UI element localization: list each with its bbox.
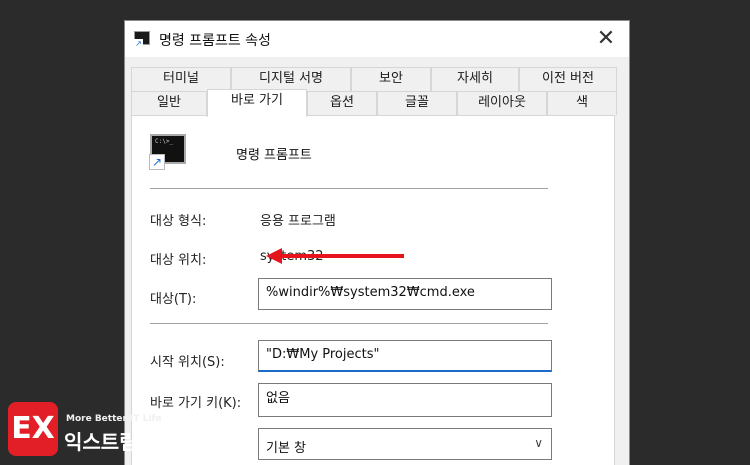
hotkey-label: 바로 가기 키(K): xyxy=(150,396,242,411)
site-name: 익스트림 매뉴얼 xyxy=(64,430,200,454)
cmd-icon: C:\>_ ↗ xyxy=(149,134,186,170)
start-in-label: 시작 위치(S): xyxy=(150,355,225,370)
target-type-value: 응용 프로그램 xyxy=(260,214,336,229)
target-label: 대상(T): xyxy=(150,292,197,307)
window-title: 명령 프롬프트 속성 xyxy=(159,33,271,49)
tab-font[interactable]: 글꼴 xyxy=(377,91,457,115)
annotation-arrow-icon xyxy=(266,248,404,264)
tab-details[interactable]: 자세히 xyxy=(431,67,519,91)
shortcut-arrow-icon: ↗ xyxy=(134,39,143,48)
properties-dialog: ↗ 명령 프롬프트 속성 ✕ 터미널 디지털 서명 보안 자세히 이전 버전 일… xyxy=(124,20,630,465)
divider xyxy=(150,323,548,324)
run-select[interactable]: 기본 창 ∨ xyxy=(258,428,552,460)
cmd-icon: ↗ xyxy=(134,31,150,48)
target-location-label: 대상 위치: xyxy=(150,253,207,268)
target-input[interactable]: %windir%₩system32₩cmd.exe xyxy=(258,278,552,310)
site-tagline: More Better IT Life xyxy=(66,414,162,424)
tab-colors[interactable]: 색 xyxy=(547,91,617,115)
start-in-input[interactable]: "D:₩My Projects" xyxy=(258,340,552,372)
hotkey-input[interactable]: 없음 xyxy=(258,383,552,417)
title-bar[interactable]: ↗ 명령 프롬프트 속성 ✕ xyxy=(125,21,629,57)
shortcut-panel: C:\>_ ↗ 명령 프롬프트 대상 형식: 응용 프로그램 대상 위치: sy… xyxy=(131,115,615,465)
app-name: 명령 프롬프트 xyxy=(236,148,312,163)
chevron-down-icon: ∨ xyxy=(534,436,543,450)
tab-security[interactable]: 보안 xyxy=(351,67,431,91)
shortcut-arrow-icon: ↗ xyxy=(149,154,165,170)
close-button[interactable]: ✕ xyxy=(583,21,629,57)
tab-row-top: 터미널 디지털 서명 보안 자세히 이전 버전 xyxy=(131,67,617,91)
tab-options[interactable]: 옵션 xyxy=(307,91,377,115)
tab-general[interactable]: 일반 xyxy=(131,91,207,115)
cmd-prompt-text: C:\>_ xyxy=(155,138,174,145)
tab-previous-versions[interactable]: 이전 버전 xyxy=(519,67,617,91)
tab-layout[interactable]: 레이아웃 xyxy=(457,91,547,115)
tab-row-bottom: 일반 바로 가기 옵션 글꼴 레이아웃 색 xyxy=(131,89,617,117)
run-select-value: 기본 창 xyxy=(266,441,307,456)
site-logo: EX xyxy=(8,402,58,456)
target-type-label: 대상 형식: xyxy=(150,214,207,229)
divider xyxy=(150,188,548,189)
tab-shortcut[interactable]: 바로 가기 xyxy=(207,89,307,117)
tab-digital-signature[interactable]: 디지털 서명 xyxy=(231,67,351,91)
tab-terminal[interactable]: 터미널 xyxy=(131,67,231,91)
